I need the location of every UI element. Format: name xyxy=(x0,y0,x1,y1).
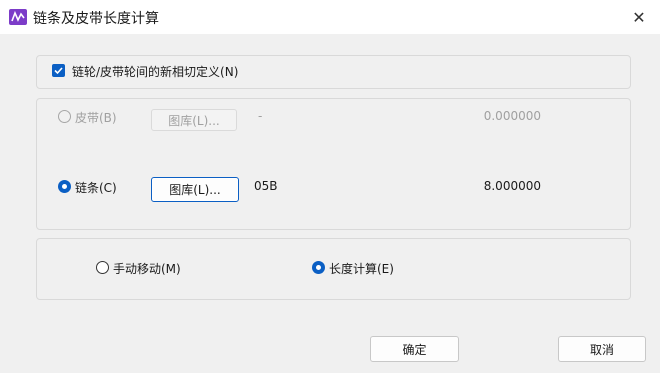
type-selection-group xyxy=(36,98,631,230)
length-calc-label: 长度计算(E) xyxy=(329,262,394,276)
manual-move-label: 手动移动(M) xyxy=(113,262,181,276)
checkmark-icon xyxy=(54,67,63,75)
chain-library-button[interactable]: 图库(L)... xyxy=(151,177,239,202)
close-button[interactable]: ✕ xyxy=(624,4,654,30)
belt-spec: - xyxy=(258,109,263,123)
title-bar: 链条及皮带长度计算 ✕ xyxy=(0,0,660,34)
chain-spec: 05B xyxy=(254,179,278,193)
belt-library-button[interactable]: 图库(L)... xyxy=(151,109,237,131)
length-calc-radio[interactable] xyxy=(312,261,325,274)
chain-label: 链条(C) xyxy=(75,181,117,195)
chain-library-button-label: 图库(L)... xyxy=(169,183,221,197)
belt-library-button-label: 图库(L)... xyxy=(168,113,220,128)
window-title: 链条及皮带长度计算 xyxy=(33,11,159,27)
chain-length-value: 8.000000 xyxy=(483,179,541,193)
cancel-button-label: 取消 xyxy=(589,342,614,357)
cancel-button[interactable]: 取消 xyxy=(558,336,646,362)
chain-radio[interactable] xyxy=(58,180,71,193)
belt-length-value: 0.000000 xyxy=(483,109,541,123)
tangent-definition-label: 链轮/皮带轮间的新相切定义(N) xyxy=(72,65,239,79)
belt-label: 皮带(B) xyxy=(75,111,117,125)
ok-button-label: 确定 xyxy=(402,342,427,357)
belt-radio[interactable] xyxy=(58,110,71,123)
ok-button[interactable]: 确定 xyxy=(370,336,459,362)
tangent-definition-checkbox[interactable] xyxy=(52,64,65,77)
manual-move-radio[interactable] xyxy=(96,261,109,274)
close-icon: ✕ xyxy=(632,7,646,27)
app-logo-icon xyxy=(9,9,27,25)
